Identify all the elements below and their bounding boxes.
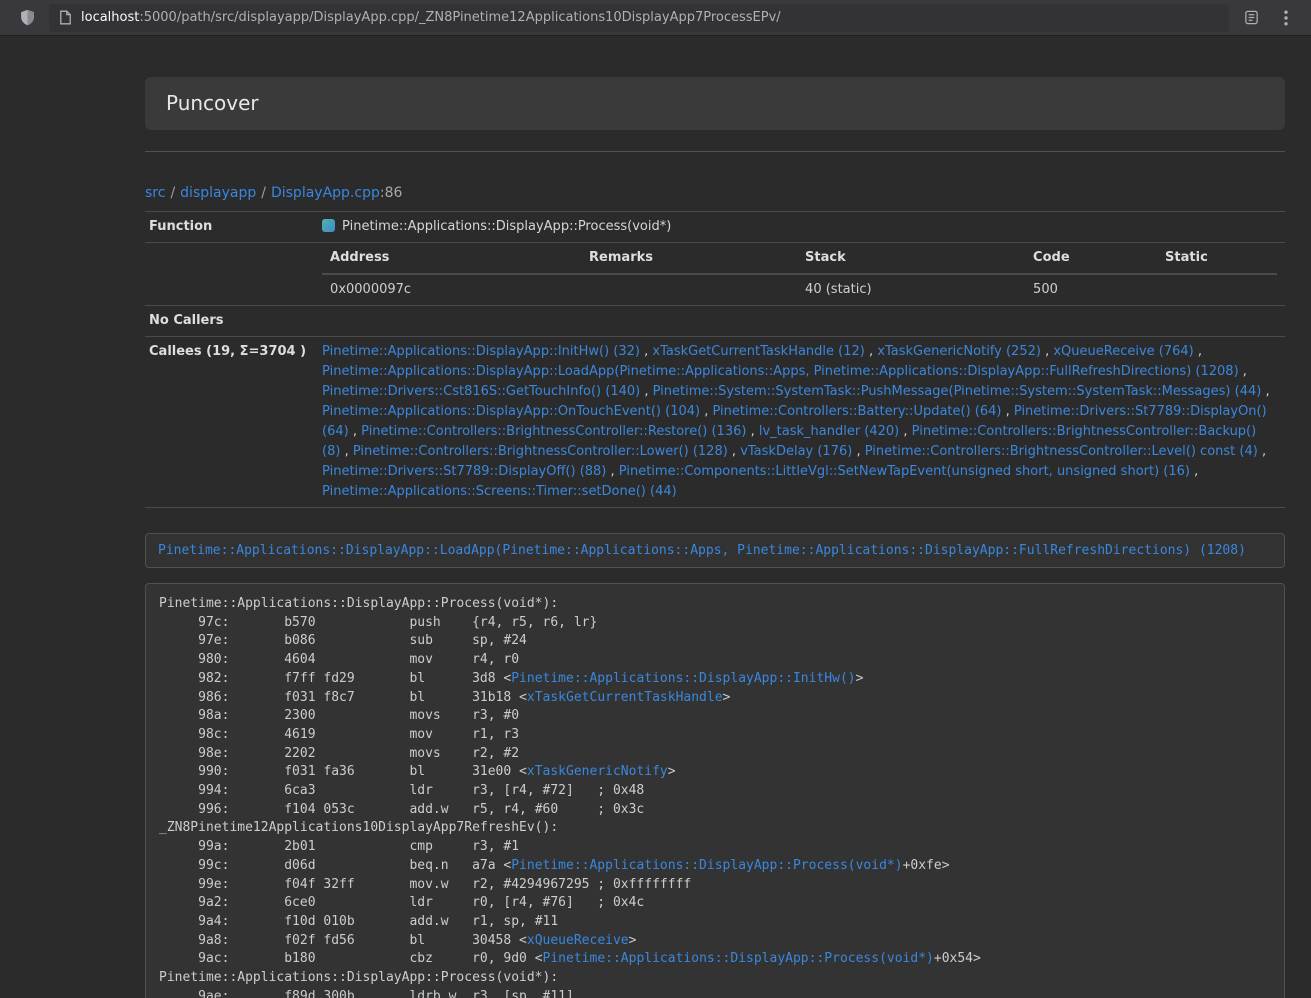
callee-link[interactable]: xTaskGenericNotify (252) (877, 344, 1041, 359)
tracking-protection-shield-icon[interactable] (14, 5, 40, 31)
breadcrumb-link-file[interactable]: DisplayApp.cpp (271, 185, 380, 201)
symbol-type-icon (322, 219, 335, 232)
function-table: Function Pinetime::Applications::Display… (145, 211, 1285, 508)
callee-link[interactable]: xTaskGetCurrentTaskHandle (12) (652, 344, 864, 359)
kebab-menu-icon[interactable] (1273, 5, 1299, 31)
callee-link[interactable]: Pinetime::Applications::DisplayApp::Init… (322, 344, 640, 359)
callees-label: Callees (19, Σ=3704 ) (145, 337, 314, 508)
breadcrumb-link-src[interactable]: src (145, 185, 165, 201)
callees-list: Pinetime::Applications::DisplayApp::Init… (314, 337, 1285, 508)
stat-stack: 40 (static) (797, 274, 1025, 305)
url-text: localhost:5000/path/src/displayapp/Displ… (81, 10, 781, 25)
callee-link[interactable]: Pinetime::Components::LittleVgl::SetNewT… (619, 464, 1190, 479)
stat-address: 0x0000097c (322, 274, 581, 305)
divider (145, 151, 1285, 152)
app-title: Puncover (166, 92, 1264, 115)
column-header-remarks: Remarks (581, 243, 797, 274)
callees-row: Callees (19, Σ=3704 ) Pinetime::Applicat… (145, 337, 1285, 508)
stat-code: 500 (1025, 274, 1157, 305)
function-name: Pinetime::Applications::DisplayApp::Proc… (342, 219, 671, 234)
app-title-banner: Puncover (145, 77, 1285, 130)
callee-link[interactable]: Pinetime::Applications::Screens::Timer::… (322, 484, 677, 499)
reader-mode-icon[interactable] (1238, 5, 1264, 31)
browser-toolbar: localhost:5000/path/src/displayapp/Displ… (0, 0, 1311, 36)
page-icon (59, 10, 72, 25)
stats-table: Address Remarks Stack Code Static 0x0000… (322, 243, 1277, 305)
stat-static (1157, 274, 1277, 305)
code-symbol-link[interactable]: xTaskGenericNotify (527, 764, 668, 779)
reader-icon (1244, 10, 1259, 25)
callee-link[interactable]: Pinetime::Applications::DisplayApp::Load… (322, 364, 1239, 379)
function-row: Function Pinetime::Applications::Display… (145, 212, 1285, 243)
selected-symbol-link[interactable]: Pinetime::Applications::DisplayApp::Load… (158, 543, 1246, 558)
breadcrumb-link-displayapp[interactable]: displayapp (180, 185, 256, 201)
code-symbol-link[interactable]: Pinetime::Applications::DisplayApp::Proc… (543, 951, 934, 966)
callee-link[interactable]: lv_task_handler (420) (759, 424, 899, 439)
callee-link[interactable]: Pinetime::System::SystemTask::PushMessag… (653, 384, 1262, 399)
callee-link[interactable]: Pinetime::Controllers::BrightnessControl… (865, 444, 1258, 459)
column-header-static: Static (1157, 243, 1277, 274)
url-host: localhost (81, 10, 139, 25)
breadcrumb: src / displayapp / DisplayApp.cpp:86 (145, 183, 1285, 203)
code-symbol-link[interactable]: xTaskGetCurrentTaskHandle (527, 690, 723, 705)
column-header-address: Address (322, 243, 581, 274)
callee-link[interactable]: Pinetime::Controllers::BrightnessControl… (353, 444, 728, 459)
no-callers-label: No Callers (145, 306, 314, 337)
code-symbol-link[interactable]: Pinetime::Applications::DisplayApp::Init… (511, 671, 855, 686)
stat-remarks (581, 274, 797, 305)
callee-link[interactable]: xQueueReceive (764) (1053, 344, 1193, 359)
callee-link[interactable]: Pinetime::Controllers::Battery::Update()… (713, 404, 1002, 419)
column-header-stack: Stack (797, 243, 1025, 274)
callee-link[interactable]: Pinetime::Drivers::Cst816S::GetTouchInfo… (322, 384, 640, 399)
page-content: Puncover src / displayapp / DisplayApp.cpp:8… (0, 36, 1311, 998)
callee-link[interactable]: Pinetime::Controllers::BrightnessControl… (361, 424, 746, 439)
column-header-code: Code (1025, 243, 1157, 274)
breadcrumb-separator: / (170, 185, 175, 201)
disassembly-code-block: Pinetime::Applications::DisplayApp::Proc… (145, 583, 1285, 998)
callee-link[interactable]: Pinetime::Drivers::St7789::DisplayOff() … (322, 464, 606, 479)
callee-link[interactable]: vTaskDelay (176) (740, 444, 852, 459)
function-row-label: Function (145, 212, 314, 243)
url-bar[interactable]: localhost:5000/path/src/displayapp/Displ… (49, 4, 1229, 32)
shield-icon (19, 9, 36, 26)
stats-row: Address Remarks Stack Code Static 0x0000… (145, 243, 1285, 306)
three-dots-icon (1284, 10, 1288, 26)
selected-symbol-box: Pinetime::Applications::DisplayApp::Load… (145, 533, 1285, 568)
code-symbol-link[interactable]: xQueueReceive (527, 933, 629, 948)
callee-link[interactable]: Pinetime::Applications::DisplayApp::OnTo… (322, 404, 700, 419)
url-path: :5000/path/src/displayapp/DisplayApp.cpp… (139, 10, 780, 25)
code-symbol-link[interactable]: Pinetime::Applications::DisplayApp::Proc… (511, 858, 902, 873)
breadcrumb-separator: / (261, 185, 266, 201)
no-callers-row: No Callers (145, 306, 1285, 337)
breadcrumb-line-number: :86 (380, 185, 403, 201)
